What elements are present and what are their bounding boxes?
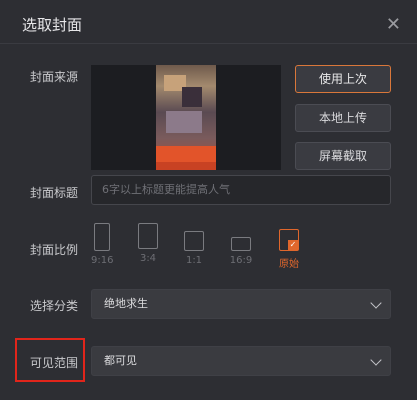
ratio-1-1-icon bbox=[184, 231, 204, 251]
ratio-9-16-icon bbox=[94, 223, 110, 251]
screenshot-button[interactable]: 屏幕截取 bbox=[295, 142, 391, 170]
cover-preview bbox=[91, 65, 281, 170]
ratio-original-icon: ✓ bbox=[279, 229, 299, 251]
dialog-title: 选取封面 bbox=[22, 16, 83, 34]
header-divider bbox=[0, 43, 417, 44]
cover-preview-image bbox=[156, 65, 216, 170]
ratio-option-label: 9:16 bbox=[91, 255, 114, 266]
ratio-option-label: 1:1 bbox=[185, 255, 203, 266]
category-label: 选择分类 bbox=[30, 299, 79, 313]
ratio-option-label: 3:4 bbox=[139, 253, 157, 264]
ratio-option-16-9[interactable]: 16:9 bbox=[229, 223, 253, 266]
ratio-option-9-16[interactable]: 9:16 bbox=[91, 223, 113, 266]
ratio-option-original[interactable]: ✓ 原始 bbox=[276, 223, 302, 270]
cover-source-label: 封面来源 bbox=[30, 70, 79, 84]
category-value: 绝地求生 bbox=[104, 297, 148, 310]
use-last-button[interactable]: 使用上次 bbox=[295, 65, 391, 93]
cover-ratio-label: 封面比例 bbox=[30, 243, 79, 257]
chevron-down-icon bbox=[370, 354, 382, 366]
ratio-option-1-1[interactable]: 1:1 bbox=[183, 223, 205, 266]
ratio-option-label: 16:9 bbox=[229, 255, 253, 266]
visibility-label: 可见范围 bbox=[30, 356, 79, 370]
visibility-select[interactable]: 都可见 bbox=[91, 346, 391, 376]
cover-title-label: 封面标题 bbox=[30, 186, 79, 200]
category-select[interactable]: 绝地求生 bbox=[91, 289, 391, 319]
checkmark-icon: ✓ bbox=[288, 240, 298, 250]
ratio-option-label: 原始 bbox=[279, 259, 299, 270]
close-icon[interactable]: ✕ bbox=[386, 14, 401, 35]
ratio-16-9-icon bbox=[231, 237, 251, 251]
visibility-value: 都可见 bbox=[104, 354, 137, 367]
cover-title-input[interactable]: 6字以上标题更能提高人气 bbox=[91, 175, 391, 205]
ratio-option-3-4[interactable]: 3:4 bbox=[137, 223, 159, 264]
ratio-3-4-icon bbox=[138, 223, 158, 249]
local-upload-button[interactable]: 本地上传 bbox=[295, 104, 391, 132]
chevron-down-icon bbox=[370, 297, 382, 309]
cover-select-dialog: 选取封面 ✕ 封面来源 使用上次 本地上传 屏幕截取 封面标题 6字以上标题更能… bbox=[0, 0, 417, 400]
